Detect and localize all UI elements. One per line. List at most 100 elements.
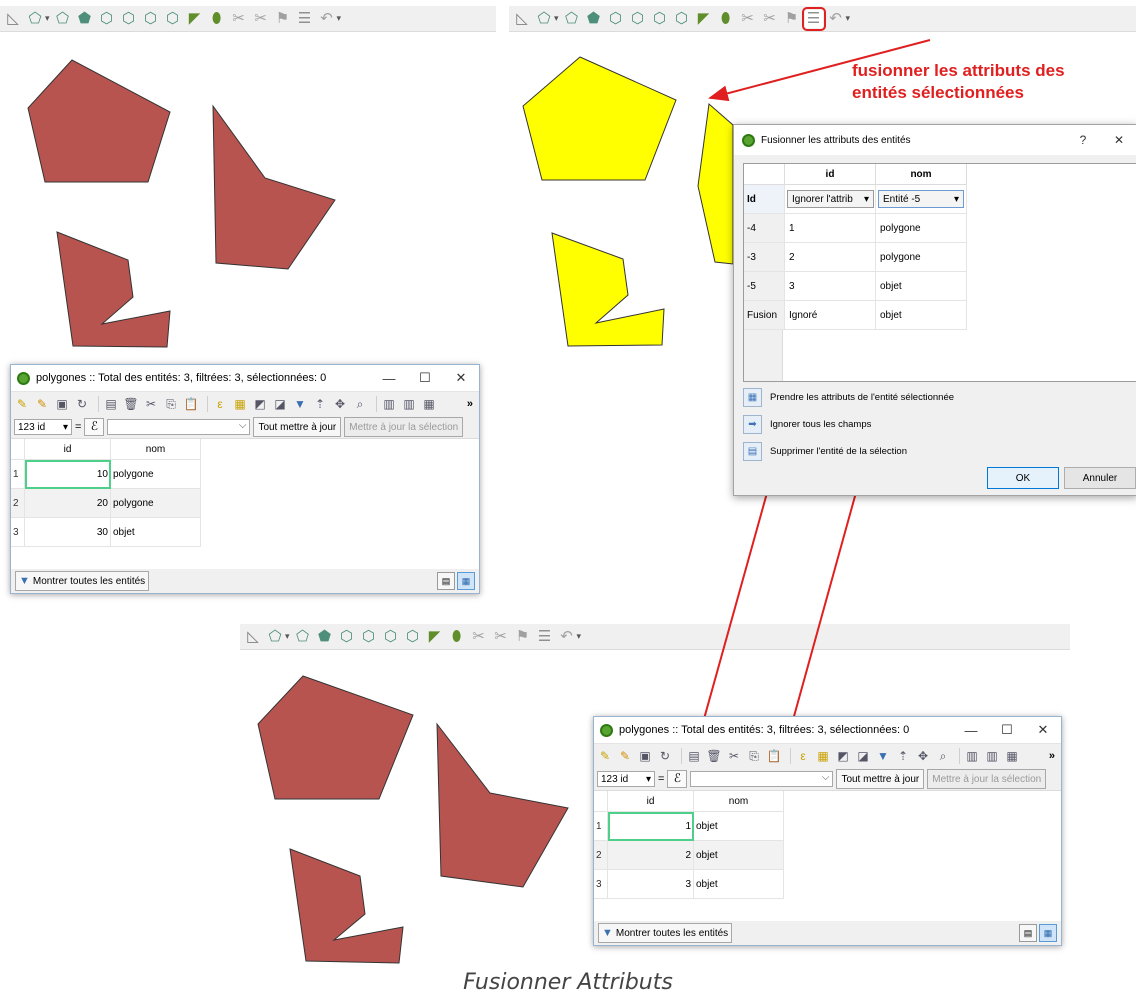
add-feature-icon[interactable]: ▤ <box>686 748 702 764</box>
show-all-features-button[interactable]: ▼ Montrer toutes les entités <box>598 923 733 943</box>
remove-feature-icon[interactable]: ▤ <box>743 441 762 461</box>
selected-pentagon[interactable] <box>522 56 677 181</box>
cell-id[interactable]: 30 <box>24 517 111 547</box>
filter-icon[interactable]: ▼ <box>292 396 308 412</box>
form-view-icon[interactable]: ▤ <box>437 572 455 590</box>
reload-icon[interactable]: ↻ <box>657 748 673 764</box>
cell-id[interactable]: 20 <box>24 488 111 518</box>
expression-icon[interactable]: ℰ <box>667 770 688 788</box>
expression-input[interactable]: ⌵ <box>107 419 251 435</box>
polygon-hook[interactable] <box>56 231 171 348</box>
cut-icon[interactable]: ✂ <box>726 748 742 764</box>
result-hook[interactable] <box>289 848 404 964</box>
invert-selection-icon[interactable]: ◩ <box>835 748 851 764</box>
table-row[interactable]: 1 1 objet <box>594 811 784 841</box>
feature-row[interactable]: -4 1 polygone <box>744 213 967 243</box>
copy-icon[interactable]: ⎘ <box>163 396 179 412</box>
more-icon[interactable]: » <box>467 398 473 410</box>
paste-icon[interactable]: 📋 <box>183 396 199 412</box>
save-edits-icon[interactable]: ▣ <box>54 396 70 412</box>
maximize-icon[interactable]: ☐ <box>407 370 443 386</box>
table-view-icon[interactable]: ▦ <box>457 572 475 590</box>
update-all-button[interactable]: Tout mettre à jour <box>836 769 925 789</box>
close-icon[interactable]: ✕ <box>1025 722 1061 738</box>
pan-to-selected-icon[interactable]: ✥ <box>332 396 348 412</box>
delete-feature-icon[interactable]: 🗑 <box>706 748 722 764</box>
selected-arrow[interactable] <box>697 103 734 265</box>
feature-row[interactable]: -3 2 polygone <box>744 242 967 272</box>
cell-nom[interactable]: objet <box>693 840 784 870</box>
column-header-id[interactable]: id <box>784 164 876 185</box>
new-field-icon[interactable]: ▥ <box>381 396 397 412</box>
row-number[interactable]: 2 <box>11 488 25 518</box>
polygon-arrow[interactable] <box>212 104 336 270</box>
select-by-expression-icon[interactable]: ε <box>212 396 228 412</box>
cell-nom[interactable]: objet <box>693 811 784 841</box>
arrow-right-icon[interactable]: ➡ <box>743 414 762 434</box>
field-calculator-icon[interactable]: ▦ <box>1004 748 1020 764</box>
more-icon[interactable]: » <box>1049 750 1055 762</box>
cell-id[interactable]: 2 <box>607 840 694 870</box>
expression-input[interactable]: ⌵ <box>690 771 834 787</box>
zoom-to-selected-icon[interactable]: ⌕ <box>352 396 368 412</box>
minimize-icon[interactable]: — <box>371 371 407 386</box>
expression-icon[interactable]: ℰ <box>84 418 105 436</box>
field-select[interactable]: 123 id ▾ <box>597 771 655 787</box>
column-header-id[interactable]: id <box>24 439 111 460</box>
column-header-nom[interactable]: nom <box>110 439 201 460</box>
close-icon[interactable]: ✕ <box>1101 133 1136 147</box>
table-view-icon[interactable]: ▦ <box>1039 924 1057 942</box>
move-to-top-icon[interactable]: ⇡ <box>895 748 911 764</box>
help-icon[interactable]: ? <box>1065 133 1101 147</box>
row-number[interactable]: 1 <box>594 811 608 841</box>
add-feature-icon[interactable]: ▤ <box>103 396 119 412</box>
ok-button[interactable]: OK <box>987 467 1059 489</box>
cell-nom[interactable]: objet <box>110 517 201 547</box>
cell-nom[interactable]: polygone <box>110 459 201 489</box>
cell-id[interactable]: 1 <box>784 213 876 243</box>
show-all-features-button[interactable]: ▼ Montrer toutes les entités <box>15 571 150 591</box>
move-to-top-icon[interactable]: ⇡ <box>312 396 328 412</box>
polygon-pentagon[interactable] <box>27 59 171 183</box>
update-all-button[interactable]: Tout mettre à jour <box>253 417 342 437</box>
table-row[interactable]: 2 2 objet <box>594 840 784 870</box>
cell-id[interactable]: 3 <box>784 271 876 301</box>
row-number[interactable]: 3 <box>594 869 608 899</box>
cell-nom[interactable]: polygone <box>110 488 201 518</box>
row-number[interactable]: 2 <box>594 840 608 870</box>
delete-field-icon[interactable]: ▥ <box>401 396 417 412</box>
selected-hook[interactable] <box>551 232 665 347</box>
cut-icon[interactable]: ✂ <box>143 396 159 412</box>
update-selection-button[interactable]: Mettre à jour la sélection <box>927 769 1047 789</box>
toggle-edit-icon[interactable]: ✎ <box>597 748 613 764</box>
deselect-icon[interactable]: ◪ <box>855 748 871 764</box>
update-selection-button[interactable]: Mettre à jour la sélection <box>344 417 464 437</box>
cell-id[interactable]: 3 <box>607 869 694 899</box>
cell-nom[interactable]: objet <box>875 271 967 301</box>
form-view-icon[interactable]: ▤ <box>1019 924 1037 942</box>
cell-nom[interactable]: objet <box>693 869 784 899</box>
select-by-expression-icon[interactable]: ε <box>795 748 811 764</box>
row-header[interactable]: -5 <box>744 271 785 301</box>
paste-icon[interactable]: 📋 <box>766 748 782 764</box>
zoom-to-selected-icon[interactable]: ⌕ <box>935 748 951 764</box>
multi-edit-icon[interactable]: ✎ <box>617 748 633 764</box>
pan-to-selected-icon[interactable]: ✥ <box>915 748 931 764</box>
nom-merge-rule-select[interactable]: Entité -5 ▾ <box>878 190 964 208</box>
cell-nom[interactable]: polygone <box>875 242 967 272</box>
save-edits-icon[interactable]: ▣ <box>637 748 653 764</box>
select-all-icon[interactable]: ▦ <box>815 748 831 764</box>
multi-edit-icon[interactable]: ✎ <box>34 396 50 412</box>
row-header[interactable]: -4 <box>744 213 785 243</box>
column-header-id[interactable]: id <box>607 791 694 812</box>
result-pentagon[interactable] <box>257 675 414 800</box>
invert-selection-icon[interactable]: ◩ <box>252 396 268 412</box>
minimize-icon[interactable]: — <box>953 723 989 738</box>
delete-feature-icon[interactable]: 🗑 <box>123 396 139 412</box>
result-arrow[interactable] <box>436 722 569 888</box>
maximize-icon[interactable]: ☐ <box>989 722 1025 738</box>
filter-icon[interactable]: ▼ <box>875 748 891 764</box>
row-header[interactable]: -3 <box>744 242 785 272</box>
reload-icon[interactable]: ↻ <box>74 396 90 412</box>
field-select[interactable]: 123 id ▾ <box>14 419 72 435</box>
